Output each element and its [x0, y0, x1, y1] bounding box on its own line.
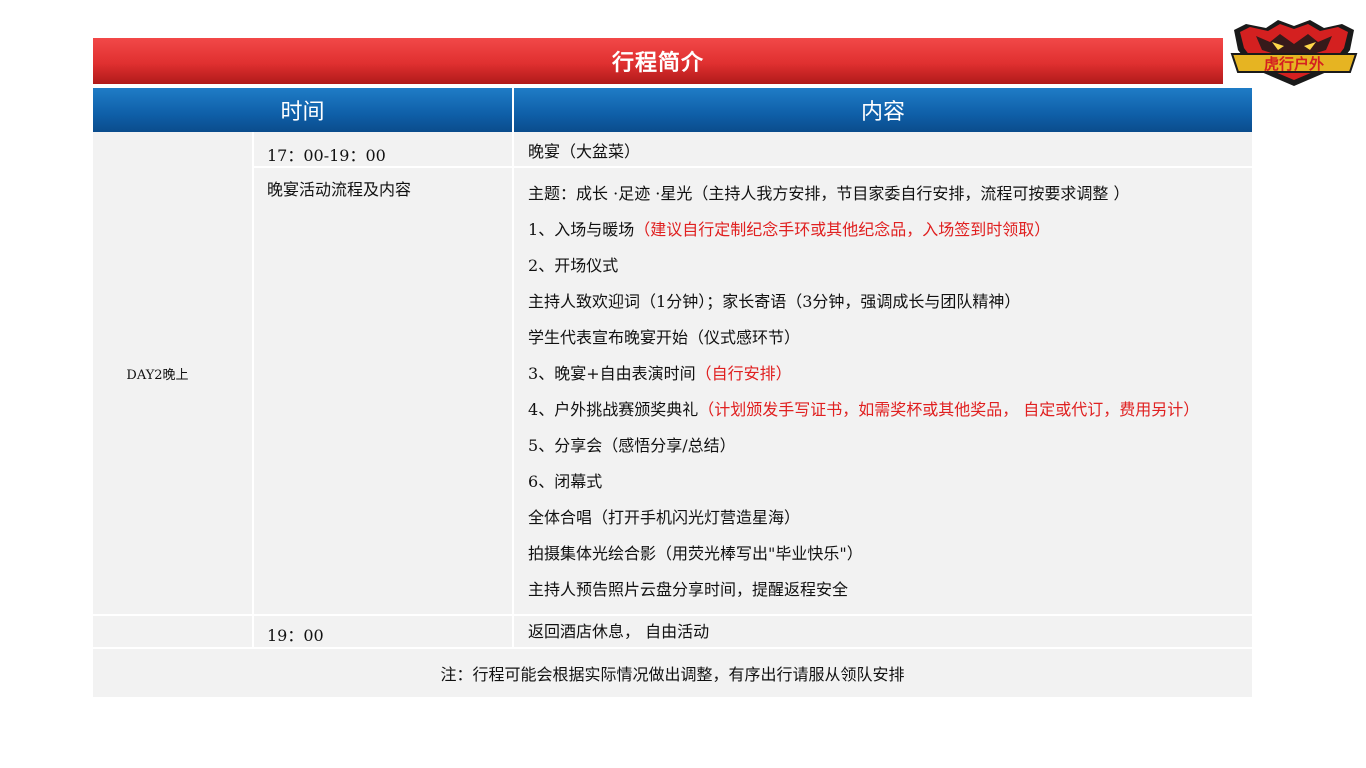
table-row: DAY2晚上 17：00-19：00 晚宴（大盆菜）: [93, 132, 1253, 616]
itinerary-table: 时间 内容 DAY2晚上 17：00-19：00 晚宴（大盆菜） 晚宴活动流程及…: [93, 88, 1253, 699]
program-item: 3、晚宴+自由表演时间（自行安排）: [528, 364, 792, 383]
content-text: 晚宴（大盆菜）: [528, 142, 641, 161]
content-cell: 返回酒店休息， 自由活动: [513, 615, 1253, 649]
itinerary-note: 注：行程可能会根据实际情况做出调整，有序出行请服从领队安排: [93, 648, 1253, 699]
program-item: 6、闭幕式: [528, 472, 603, 491]
brand-logo: 虎行户外: [1226, 16, 1362, 88]
empty-cell: [93, 615, 254, 649]
time-cell: 17：00-19：00: [253, 132, 515, 168]
program-note: （计划颁发手写证书，如需奖杯或其他奖品， 自定或代订，费用另计）: [698, 400, 1200, 419]
program-note: （自行安排）: [695, 364, 792, 383]
program-item: 主持人预告照片云盘分享时间，提醒返程安全: [528, 580, 849, 599]
program-note: （建议自行定制纪念手环或其他纪念品，入场签到时领取）: [634, 220, 1051, 239]
program-item: 主题：成长 ·足迹 ·星光（主持人我方安排，节目家委自行安排，流程可按要求调整 …: [528, 184, 1130, 203]
header-content: 内容: [513, 88, 1253, 132]
table-row: 晚宴活动流程及内容 主题：成长 ·足迹 ·星光（主持人我方安排，节目家委自行安排…: [93, 167, 1253, 616]
content-text: 返回酒店休息， 自由活动: [528, 622, 710, 641]
tiger-head-icon: 虎行户外: [1230, 20, 1358, 86]
page-title: 行程简介: [611, 51, 704, 76]
logo-text: 虎行户外: [1264, 55, 1324, 73]
program-item: 4、户外挑战赛颁奖典礼（计划颁发手写证书，如需奖杯或其他奖品， 自定或代订，费用…: [528, 400, 1200, 419]
table-row: 注：行程可能会根据实际情况做出调整，有序出行请服从领队安排: [93, 648, 1253, 699]
program-item: 5、分享会（感悟分享/总结）: [528, 436, 736, 455]
day-label: DAY2晚上: [93, 132, 254, 616]
program-list: 主题：成长 ·足迹 ·星光（主持人我方安排，节目家委自行安排，流程可按要求调整 …: [514, 168, 1252, 614]
program-item: 主持人致欢迎词（1分钟）；家长寄语（3分钟，强调成长与团队精神）: [528, 292, 1021, 311]
program-item: 2、开场仪式: [528, 256, 619, 275]
time-cell: 19：00: [253, 615, 515, 649]
program-item: 1、入场与暖场（建议自行定制纪念手环或其他纪念品，入场签到时领取）: [528, 220, 1051, 239]
header-time: 时间: [93, 88, 515, 132]
content-cell: 晚宴（大盆菜）: [513, 132, 1253, 168]
time-cell: 晚宴活动流程及内容: [253, 167, 515, 616]
page-title-banner: 行程简介: [93, 38, 1223, 84]
content-cell: 主题：成长 ·足迹 ·星光（主持人我方安排，节目家委自行安排，流程可按要求调整 …: [513, 167, 1253, 616]
table-row: 19：00 返回酒店休息， 自由活动: [93, 615, 1253, 649]
program-item: 学生代表宣布晚宴开始（仪式感环节）: [528, 328, 801, 347]
program-item: 全体合唱（打开手机闪光灯营造星海）: [528, 508, 801, 527]
program-item: 拍摄集体光绘合影（用荧光棒写出"毕业快乐"）: [528, 544, 863, 563]
